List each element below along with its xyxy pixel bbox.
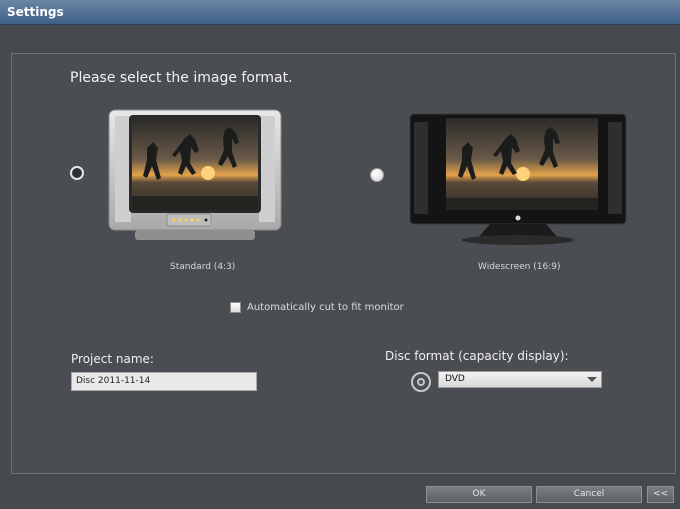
settings-panel: Please select the image format. Standard… [11,53,676,474]
widescreen-format-radio[interactable] [370,168,384,182]
project-name-input[interactable]: Disc 2011-11-14 [71,372,257,391]
format-heading: Please select the image format. [70,70,293,86]
project-name-label: Project name: [71,352,154,366]
disc-format-select[interactable]: DVD [438,371,602,388]
disc-format-value: DVD [445,374,465,384]
chevron-down-icon [587,377,597,382]
settings-window: Please select the image format. Standard… [0,25,680,509]
standard-format-label: Standard (4:3) [170,262,236,272]
ok-button[interactable]: OK [426,486,532,503]
widescreen-tv-image[interactable] [408,112,628,248]
title-bar: Settings [0,0,680,25]
collapse-button[interactable]: << [647,486,674,503]
cancel-button[interactable]: Cancel [536,486,642,503]
standard-format-radio[interactable] [70,166,84,180]
auto-cut-label[interactable]: Automatically cut to fit monitor [247,302,404,313]
widescreen-format-label: Widescreen (16:9) [478,262,561,272]
auto-cut-checkbox[interactable] [230,302,241,313]
disc-icon [411,372,431,392]
window-title: Settings [7,5,64,19]
standard-tv-image[interactable] [107,108,283,244]
disc-format-label: Disc format (capacity display): [385,349,569,363]
